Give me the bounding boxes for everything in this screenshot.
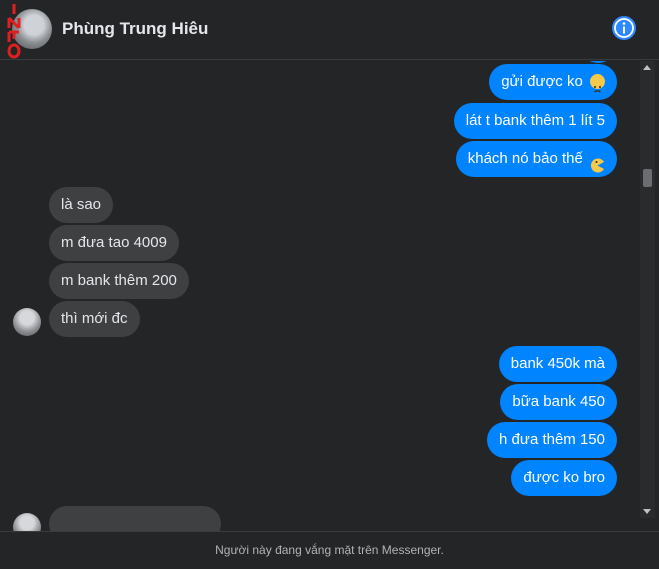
message-row: gửi được ko [489, 64, 617, 100]
sad-face-emoji-icon [590, 73, 605, 93]
chat-header: Phùng Trung Hiêu [0, 0, 659, 60]
message-row: m bank thêm 200 [49, 263, 189, 299]
watermark-glyphs [7, 4, 21, 59]
message-row: h đưa thêm 150 [487, 422, 617, 458]
message-text: gửi được ko [501, 73, 583, 90]
message-row: bữa bank 450 [500, 384, 617, 420]
message-bubble-outgoing[interactable]: h đưa thêm 150 [487, 422, 617, 458]
message-bubble-outgoing[interactable]: gửi được ko [489, 64, 617, 100]
message-text: bank 450k mà [510, 355, 605, 372]
scrollbar[interactable] [640, 61, 655, 518]
message-bubble-outgoing[interactable]: bữa bank 450 [500, 384, 617, 420]
message-bubble-incoming[interactable]: là sao [49, 187, 114, 223]
message-text: được ko bro [523, 469, 605, 486]
message-text: là sao [61, 196, 102, 213]
message-text: bữa bank 450 [512, 393, 605, 410]
watermark-logo [6, 2, 22, 62]
contact-name[interactable]: Phùng Trung Hiêu [62, 19, 208, 39]
message-row: được ko bro [511, 460, 617, 496]
message-bubble-outgoing[interactable]: bank 450k mà [498, 346, 617, 382]
message-bubble-partial [49, 506, 221, 531]
message-text: khách nó bảo thế [467, 150, 583, 167]
contact-avatar-small[interactable] [13, 308, 41, 336]
contact-avatar-small[interactable] [13, 513, 41, 531]
message-bubble-outgoing[interactable]: lát t bank thêm 1 lít 5 [453, 103, 617, 139]
message-row: thì mới đc [49, 301, 140, 337]
info-button[interactable] [612, 16, 636, 40]
message-row: là sao [49, 187, 114, 223]
message-bubble-outgoing[interactable]: khách nó bảo thế [455, 141, 617, 177]
message-row: m đưa tao 4009 [49, 225, 179, 261]
message-row: lát t bank thêm 1 lít 5 [453, 103, 617, 139]
message-thread[interactable]: gửi được ko lát t bank thêm 1 lít 5 khác… [0, 61, 640, 531]
message-bubble-incoming[interactable]: m đưa tao 4009 [49, 225, 179, 261]
message-row: bank 450k mà [498, 346, 617, 382]
message-text: lát t bank thêm 1 lít 5 [465, 112, 605, 129]
message-text: m đưa tao 4009 [61, 234, 167, 251]
message-text: thì mới đc [61, 310, 128, 327]
message-bubble-outgoing[interactable]: được ko bro [511, 460, 617, 496]
info-icon [614, 18, 634, 38]
message-row: khách nó bảo thế [455, 141, 617, 177]
scroll-up-arrow-icon[interactable] [643, 65, 651, 70]
scroll-down-arrow-icon[interactable] [643, 509, 651, 514]
message-text: h đưa thêm 150 [499, 431, 605, 448]
presence-status: Người này đang vắng mặt trên Messenger. [0, 531, 659, 568]
message-text: m bank thêm 200 [61, 272, 177, 289]
message-bubble-incoming[interactable]: m bank thêm 200 [49, 263, 189, 299]
message-bubble-incoming[interactable]: thì mới đc [49, 301, 140, 337]
message-bubble-partial [580, 61, 616, 63]
scrollbar-thumb[interactable] [643, 169, 652, 187]
pacman-emoji-icon [590, 151, 605, 173]
